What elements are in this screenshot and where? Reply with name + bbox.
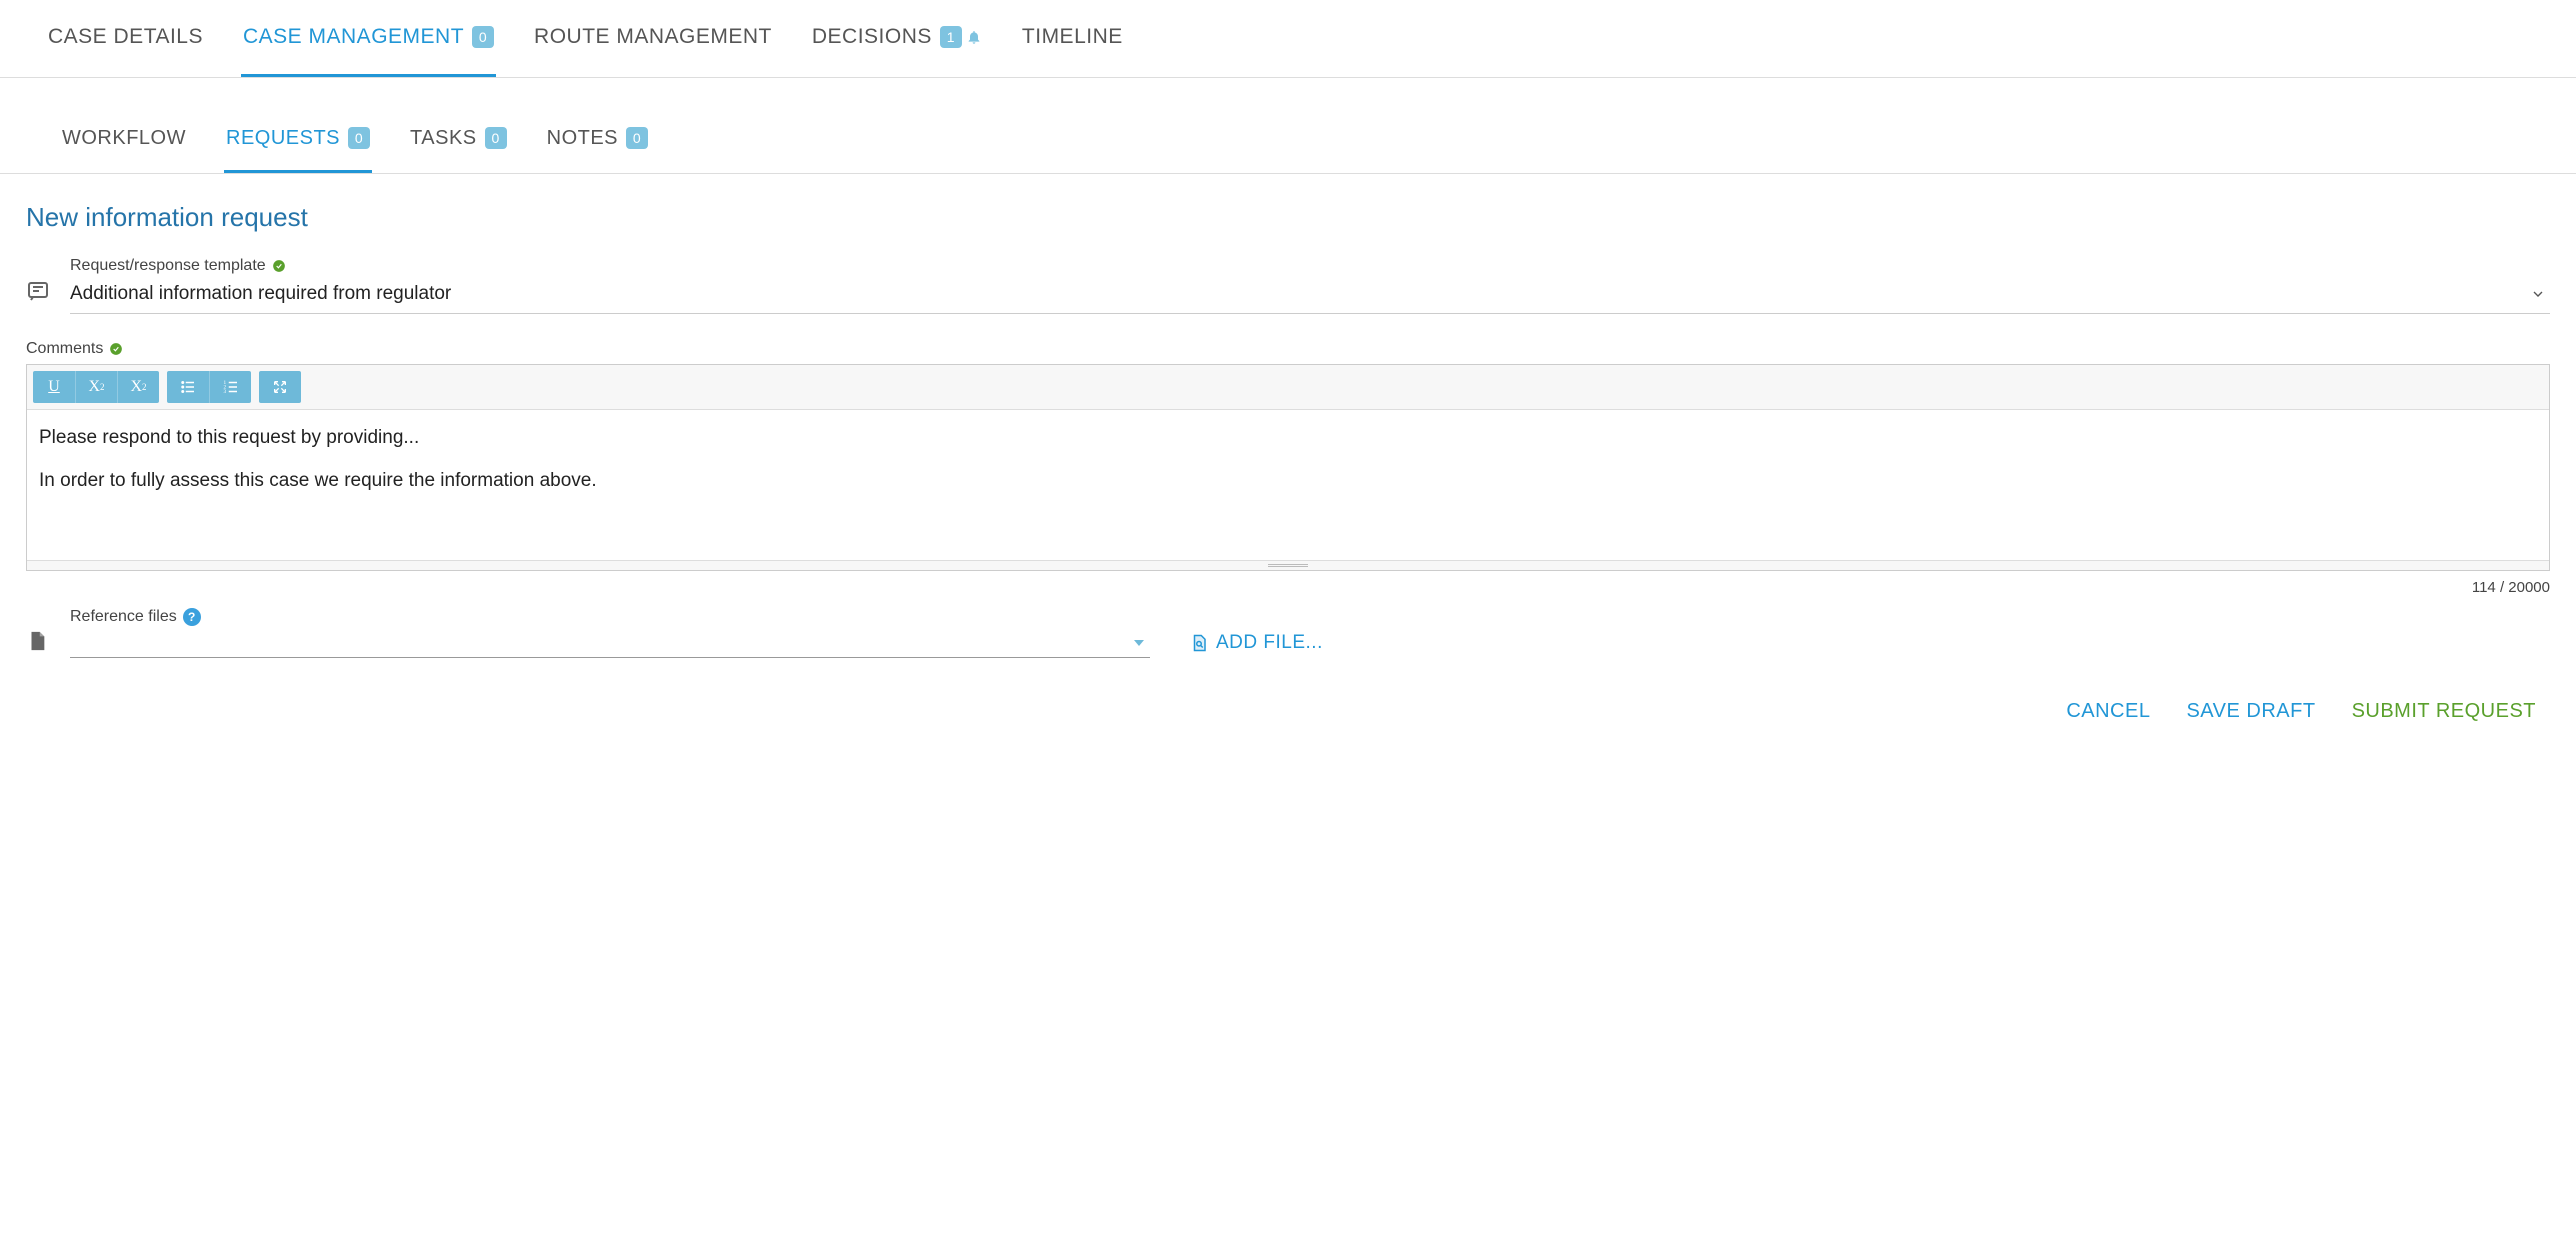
help-icon[interactable]: ?	[183, 608, 201, 626]
add-file-label: ADD FILE...	[1216, 632, 1323, 654]
tab-case-details[interactable]: CASE DETAILS	[46, 0, 205, 77]
badge: 0	[348, 127, 370, 149]
bell-icon	[966, 29, 982, 45]
tab-label: WORKFLOW	[62, 127, 186, 150]
subtab-tasks[interactable]: TASKS 0	[408, 106, 509, 173]
add-file-button[interactable]: ADD FILE...	[1190, 632, 1323, 658]
action-bar: CANCEL SAVE DRAFT SUBMIT REQUEST	[0, 670, 2576, 743]
numbered-list-button[interactable]: 123	[209, 371, 251, 403]
resize-handle[interactable]	[27, 560, 2549, 570]
file-icon	[26, 608, 52, 652]
tab-label: REQUESTS	[226, 127, 340, 150]
bullet-list-button[interactable]	[167, 371, 209, 403]
badge: 0	[485, 127, 507, 149]
tab-label: ROUTE MANAGEMENT	[534, 25, 772, 49]
tab-label: TIMELINE	[1022, 25, 1123, 49]
template-label: Request/response template	[70, 257, 2550, 275]
underline-button[interactable]: U	[33, 371, 75, 403]
reference-files-select[interactable]	[70, 628, 1150, 658]
badge: 0	[472, 26, 494, 48]
tab-label: CASE DETAILS	[48, 25, 203, 49]
tab-label: DECISIONS	[812, 25, 932, 49]
tab-route-management[interactable]: ROUTE MANAGEMENT	[532, 0, 774, 77]
save-draft-button[interactable]: SAVE DRAFT	[2186, 700, 2315, 723]
submit-request-button[interactable]: SUBMIT REQUEST	[2352, 700, 2536, 723]
editor-toolbar: U X2 X2 123	[27, 365, 2549, 410]
template-icon	[26, 257, 52, 303]
template-value: Additional information required from reg…	[70, 283, 451, 305]
tab-label: CASE MANAGEMENT	[243, 25, 464, 49]
comments-label: Comments	[26, 340, 2550, 358]
tab-decisions[interactable]: DECISIONS 1	[810, 0, 984, 77]
tab-timeline[interactable]: TIMELINE	[1020, 0, 1125, 77]
editor-line: In order to fully assess this case we re…	[39, 467, 2537, 496]
svg-text:3: 3	[223, 389, 226, 395]
search-file-icon	[1190, 634, 1208, 652]
char-count: 114 / 20000	[0, 575, 2576, 596]
template-row: Request/response template Additional inf…	[0, 253, 2576, 332]
chevron-down-icon	[2530, 286, 2546, 302]
subtab-requests[interactable]: REQUESTS 0	[224, 106, 372, 173]
reference-files-row: Reference files ? ADD FILE...	[0, 596, 2576, 670]
check-icon	[109, 342, 123, 356]
tab-label: NOTES	[547, 127, 618, 150]
tab-label: TASKS	[410, 127, 477, 150]
template-select[interactable]: Additional information required from reg…	[70, 277, 2550, 314]
subscript-button[interactable]: X2	[117, 371, 159, 403]
main-tabs: CASE DETAILS CASE MANAGEMENT 0 ROUTE MAN…	[0, 0, 2576, 78]
sub-tabs: WORKFLOW REQUESTS 0 TASKS 0 NOTES 0	[0, 106, 2576, 174]
superscript-button[interactable]: X2	[75, 371, 117, 403]
page-title: New information request	[0, 174, 2576, 253]
cancel-button[interactable]: CANCEL	[2066, 700, 2150, 723]
fullscreen-button[interactable]	[259, 371, 301, 403]
subtab-workflow[interactable]: WORKFLOW	[60, 106, 188, 173]
badge: 1	[940, 26, 962, 48]
editor-line: Please respond to this request by provid…	[39, 424, 2537, 453]
subtab-notes[interactable]: NOTES 0	[545, 106, 650, 173]
rich-text-editor: U X2 X2 123	[26, 364, 2550, 571]
comments-block: Comments U X2 X2 123	[0, 332, 2576, 575]
reference-files-label: Reference files ?	[70, 608, 1150, 626]
editor-body[interactable]: Please respond to this request by provid…	[27, 410, 2549, 560]
badge: 0	[626, 127, 648, 149]
tab-case-management[interactable]: CASE MANAGEMENT 0	[241, 0, 496, 77]
check-icon	[272, 259, 286, 273]
caret-down-icon	[1134, 640, 1144, 646]
